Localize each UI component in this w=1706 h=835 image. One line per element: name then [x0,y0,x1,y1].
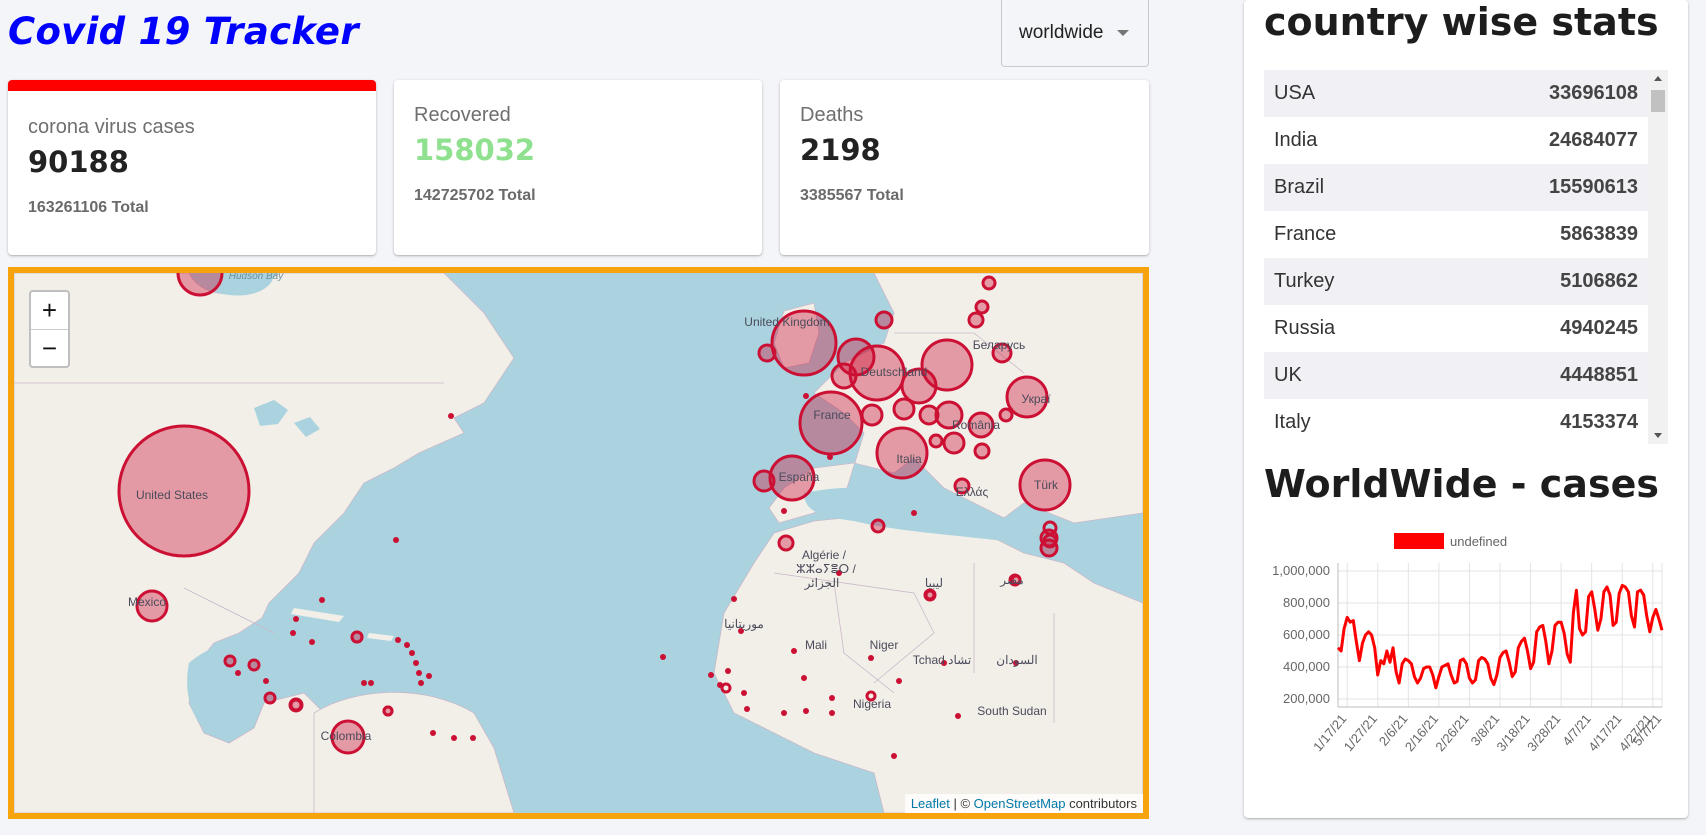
label-nigeria: Nigeria [853,697,891,711]
label-mauritania: موريتانيا [724,617,764,631]
recovered-card-label: Recovered [414,104,511,126]
table-row: Brazil 15590613 [1264,164,1648,211]
country-cases: 4448851 [1560,364,1638,386]
country-name: Italy [1274,411,1311,433]
y-tick-label: 200,000 [1283,691,1330,706]
world-map[interactable]: United States Mexico Colombia United Kin… [8,267,1149,819]
chevron-down-icon [1117,30,1130,36]
recovered-card-total: 142725702 Total [414,187,536,204]
label-italia: Italia [896,452,922,466]
country-name: India [1274,129,1318,151]
stats-panel-title: country wise stats [1264,0,1659,44]
chart-title: WorldWide - cases [1264,462,1659,506]
x-tick-label: 3/28/21 [1524,711,1563,754]
country-cases: 5106862 [1560,270,1638,292]
label-mexico: Mexico [128,595,166,609]
country-name: USA [1274,82,1316,104]
label-algerie3: الجزائر [804,576,840,590]
scroll-thumb[interactable] [1651,90,1665,112]
recovered-card-value: 158032 [414,133,536,167]
country-name: UK [1274,364,1302,386]
table-row: Turkey 5106862 [1264,258,1648,305]
app-root: Covid 19 Tracker worldwide corona virus … [0,0,1706,835]
country-cases: 4940245 [1560,317,1638,339]
table-row: India 24684077 [1264,117,1648,164]
table-row: France 5863839 [1264,211,1648,258]
label-united-kingdom: United Kingdom [744,315,829,329]
label-sudan: السودان [996,653,1037,667]
deaths-card-value: 2198 [800,133,881,167]
app-title: Covid 19 Tracker [8,10,359,53]
label-belarus: Беларусь [973,338,1025,352]
table-row: Russia 4940245 [1264,305,1648,352]
y-tick-label: 800,000 [1283,595,1330,610]
attribution-separator: | © [949,796,974,811]
label-turkiye: Türk [1034,478,1059,492]
map-zoom-control: + − [29,290,70,368]
country-cases: 15590613 [1549,176,1638,198]
y-tick-label: 400,000 [1283,659,1330,674]
label-tchad: Tchad تشاد [913,653,971,667]
label-niger: Niger [870,638,899,652]
label-united-states: United States [136,488,208,502]
label-colombia: Colombia [321,729,372,743]
label-egypt: مصر [999,573,1023,587]
map-labels: United States Mexico Colombia United Kin… [128,273,1059,743]
table-row: Italy 4153374 [1264,399,1648,444]
label-hudson-bay: Hudson Bay [229,273,284,282]
country-select-value: worldwide [1019,22,1104,43]
label-deutschland: Deutschland [861,365,928,379]
osm-link[interactable]: OpenStreetMap [974,796,1066,811]
label-romania: România [952,418,1000,432]
label-algerie2: ⵣⵣⴰⵢⴻⵔ / [796,562,856,576]
cases-line-chart[interactable]: 1,000,000800,000600,000400,000200,0001/1… [1252,525,1672,785]
y-tick-label: 600,000 [1283,627,1330,642]
legend-label: undefined [1450,534,1507,549]
table-row: USA 33696108 [1264,70,1648,117]
y-tick-label: 1,000,000 [1272,563,1330,578]
country-select[interactable]: worldwide [1001,0,1149,67]
cases-card-label: corona virus cases [28,116,195,138]
label-france: France [813,408,851,422]
leaflet-link[interactable]: Leaflet [911,796,950,811]
zoom-out-button[interactable]: − [31,329,68,366]
cases-card[interactable]: corona virus cases 90188 163261106 Total [8,80,376,255]
country-name: France [1274,223,1337,245]
label-mali: Mali [805,638,827,652]
country-cases: 4153374 [1560,411,1638,433]
label-espana: España [779,470,820,484]
deaths-card-total: 3385567 Total [800,187,904,204]
legend-swatch [1394,533,1444,549]
scroll-up-icon[interactable] [1654,76,1662,81]
country-name: Turkey [1274,270,1335,292]
scroll-down-icon[interactable] [1654,433,1662,438]
country-cases: 33696108 [1549,82,1638,104]
label-libya: ليبيا [925,576,943,590]
deaths-card[interactable]: Deaths 2198 3385567 Total [780,80,1149,255]
label-algerie1: Algérie / [802,548,847,562]
country-cases: 5863839 [1560,223,1638,245]
label-ukraine: Украї [1021,392,1051,406]
stats-panel: country wise stats USA 33696108 India 2468… [1244,0,1688,818]
table-row: UK 4448851 [1264,352,1648,399]
x-tick-label: 2/26/21 [1432,711,1471,754]
deaths-card-label: Deaths [800,104,864,126]
zoom-in-button[interactable]: + [31,292,68,329]
cases-card-total: 163261106 Total [28,199,149,216]
table-scrollbar[interactable] [1648,70,1668,444]
country-name: Russia [1274,317,1336,339]
map-attribution: Leaflet | © OpenStreetMap contributors [904,794,1143,813]
cases-card-value: 90188 [28,145,129,179]
label-south-sudan: South Sudan [977,704,1046,718]
country-cases: 24684077 [1549,129,1638,151]
x-tick-label: 1/27/21 [1341,711,1380,754]
country-stats-table[interactable]: USA 33696108 India 24684077 Brazil 15590613… [1264,70,1668,444]
label-ellas: Ελλάς [956,485,989,499]
attribution-contributors: contributors [1065,796,1137,811]
country-name: Brazil [1274,176,1325,198]
recovered-card[interactable]: Recovered 158032 142725702 Total [394,80,762,255]
